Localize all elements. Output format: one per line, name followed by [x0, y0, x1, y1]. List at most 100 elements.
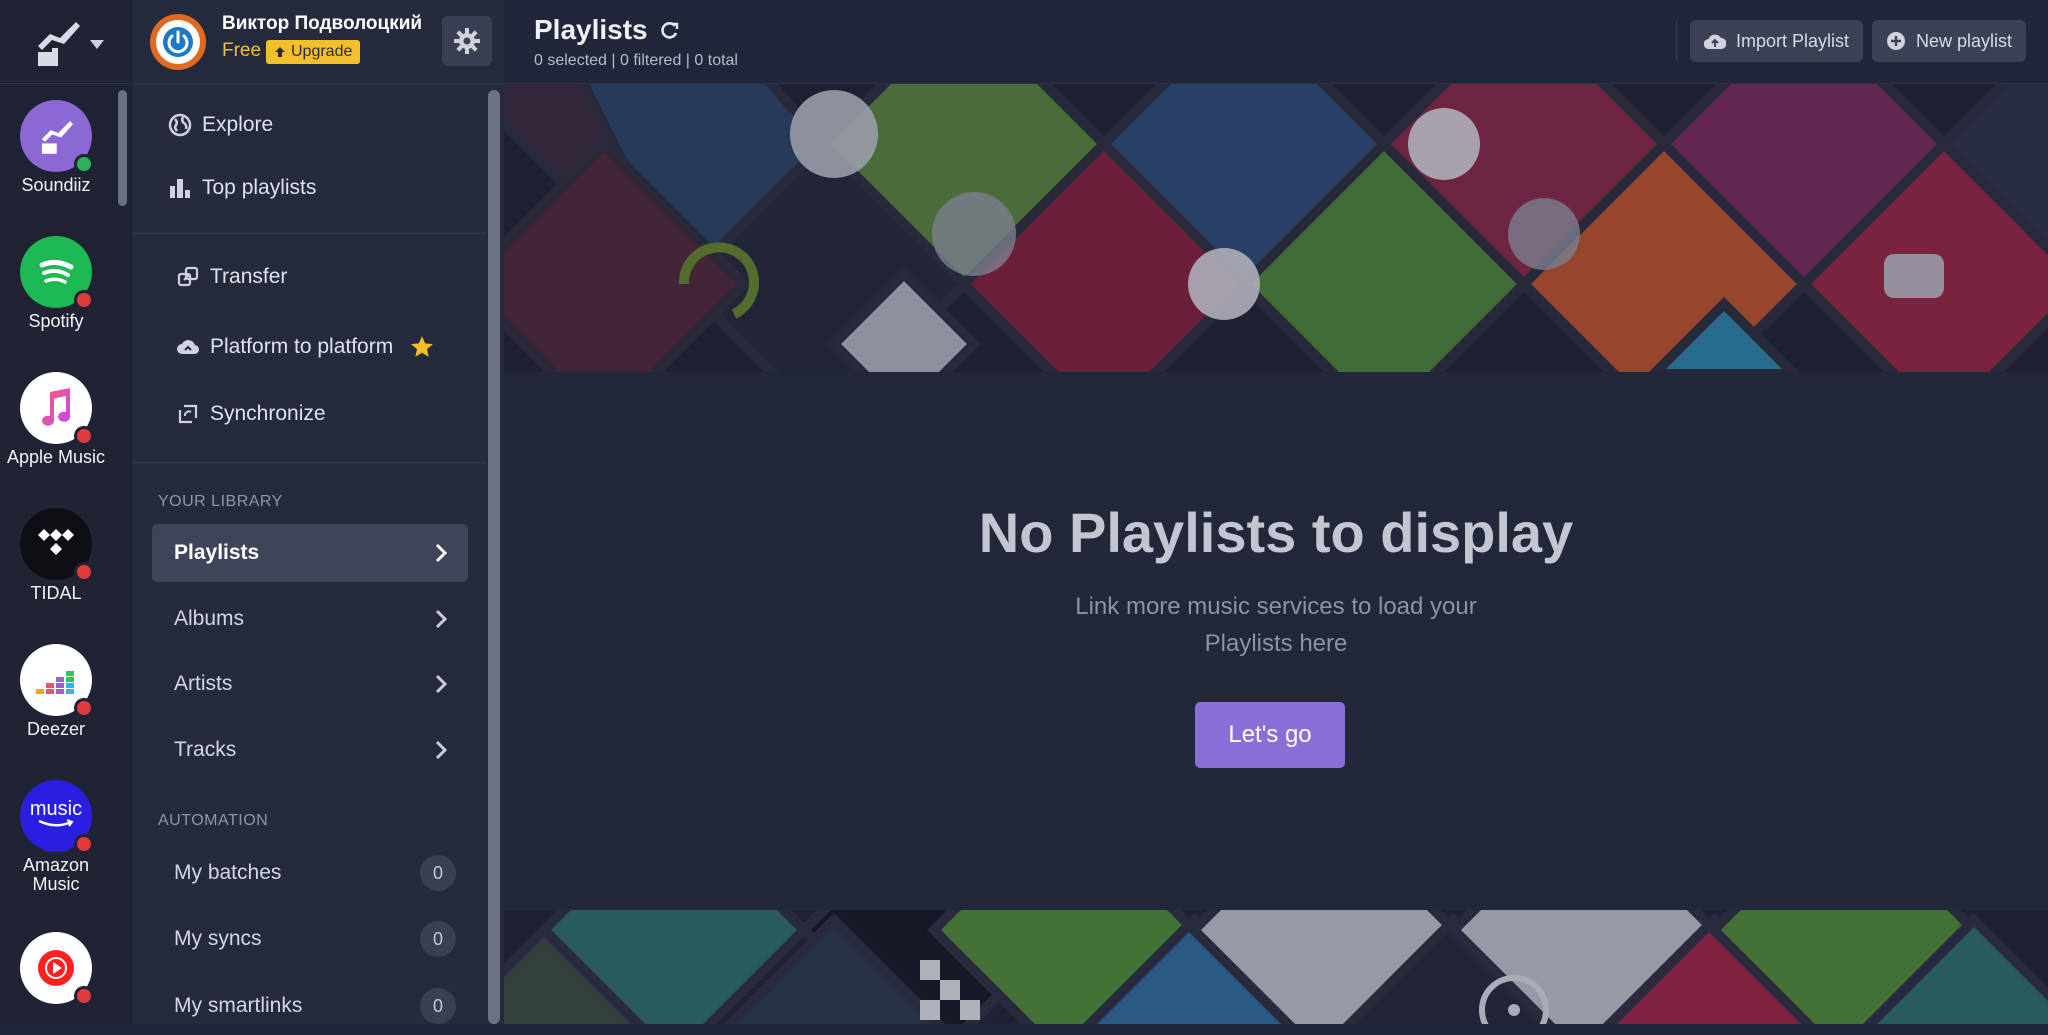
deezer-icon	[36, 671, 74, 694]
page-title: Playlists	[534, 14, 680, 46]
amazon-smile-icon	[38, 819, 74, 827]
banner-mosaic	[504, 84, 2048, 372]
automation-heading: AUTOMATION	[158, 812, 269, 829]
library-item-artists[interactable]: Artists	[152, 655, 468, 713]
nav-platform-to-platform[interactable]: Platform to platform	[176, 334, 435, 360]
service-amazon-music[interactable]: music Amazon Music	[0, 780, 112, 894]
service-spotify[interactable]: Spotify	[0, 236, 112, 331]
amazon-music-logo: music	[29, 798, 83, 820]
service-soundiiz[interactable]: Soundiiz	[0, 100, 112, 195]
transfer-icon	[177, 266, 199, 287]
library-label: Playlists	[174, 541, 260, 564]
service-name: Soundiiz	[21, 175, 91, 195]
upgrade-label: Upgrade	[291, 43, 353, 60]
chevron-right-icon	[435, 543, 448, 563]
refresh-icon[interactable]	[660, 20, 680, 40]
service-avatar	[20, 372, 94, 446]
library-label: Tracks	[174, 738, 237, 761]
page-header: Playlists 0 selected | 0 filtered | 0 to…	[504, 0, 2048, 84]
divider	[134, 233, 486, 234]
chevron-right-icon	[435, 740, 448, 760]
avatar[interactable]	[150, 14, 206, 70]
nav-scrollbar[interactable]	[488, 90, 500, 1024]
nav-label: Platform to platform	[210, 335, 394, 358]
sync-icon	[178, 404, 198, 424]
count-badge: 0	[420, 988, 456, 1024]
arrow-up-icon	[275, 47, 285, 57]
service-avatar: music	[20, 780, 94, 854]
service-youtube-music[interactable]	[0, 932, 112, 1006]
automation-label: My smartlinks	[174, 994, 303, 1017]
nav-transfer[interactable]: Transfer	[176, 265, 287, 289]
spotify-icon	[39, 259, 74, 284]
count-badge: 0	[420, 921, 456, 957]
navigation-panel: Виктор Подволоцкий Free Upgrade Explore …	[134, 0, 504, 1024]
service-deezer[interactable]: Deezer	[0, 644, 112, 739]
rail-scrollbar[interactable]	[118, 90, 127, 206]
rail-header[interactable]	[0, 0, 133, 84]
settings-button[interactable]	[442, 16, 492, 66]
empty-state-heading: No Playlists to display	[978, 501, 1574, 564]
star-icon	[411, 336, 434, 357]
chevron-right-icon	[435, 609, 448, 629]
library-item-playlists[interactable]: Playlists	[152, 524, 468, 582]
chevron-down-icon[interactable]	[89, 40, 104, 49]
service-avatar	[20, 932, 94, 1006]
music-note-icon	[42, 388, 71, 426]
main-content: Playlists 0 selected | 0 filtered | 0 to…	[504, 0, 2048, 1024]
nav-label: Top playlists	[202, 176, 317, 199]
status-dot	[74, 426, 94, 446]
decorative-banner-bottom	[504, 910, 2048, 1024]
status-dot	[74, 562, 94, 582]
nav-synchronize[interactable]: Synchronize	[176, 402, 326, 426]
button-label: New playlist	[1916, 30, 2013, 51]
selection-counts: 0 selected | 0 filtered | 0 total	[534, 52, 738, 69]
services-rail: Soundiiz Spotify Apple Music TIDAL Deeze…	[0, 0, 134, 1024]
soundiiz-logo-icon	[37, 21, 80, 66]
automation-item-smartlinks[interactable]: My smartlinks 0	[152, 977, 468, 1035]
new-playlist-button[interactable]: New playlist	[1872, 20, 2027, 62]
nav-explore[interactable]: Explore	[168, 113, 273, 137]
bar-chart-icon	[170, 179, 190, 198]
banner-mosaic	[504, 910, 2048, 1024]
youtube-music-icon	[38, 950, 74, 986]
service-name: Apple Music	[6, 447, 106, 467]
gear-icon	[454, 28, 480, 54]
library-item-albums[interactable]: Albums	[152, 590, 468, 648]
nav-top-playlists[interactable]: Top playlists	[168, 176, 316, 200]
status-dot	[74, 698, 94, 718]
automation-label: My syncs	[174, 927, 262, 950]
service-avatar	[20, 236, 94, 310]
library-label: Artists	[174, 672, 233, 695]
profile-header: Виктор Подволоцкий Free Upgrade	[134, 0, 504, 84]
status-dot	[74, 154, 94, 174]
nav-label: Synchronize	[210, 402, 326, 425]
divider	[1676, 22, 1677, 60]
import-playlist-button[interactable]: Import Playlist	[1690, 20, 1864, 62]
globe-icon	[168, 113, 192, 137]
service-avatar	[20, 508, 94, 582]
service-name: Spotify	[28, 311, 84, 331]
library-heading: YOUR LIBRARY	[158, 493, 283, 510]
library-label: Albums	[174, 607, 245, 630]
button-label: Import Playlist	[1736, 30, 1850, 51]
service-tidal[interactable]: TIDAL	[0, 508, 112, 603]
service-name: Amazon Music	[22, 855, 90, 894]
service-apple-music[interactable]: Apple Music	[0, 372, 112, 467]
count-badge: 0	[420, 855, 456, 891]
soundiiz-icon	[41, 121, 74, 154]
username: Виктор Подволоцкий	[222, 13, 423, 34]
decorative-banner-top	[504, 84, 2048, 372]
power-icon	[163, 27, 193, 57]
upgrade-button[interactable]: Upgrade	[266, 40, 361, 64]
cloud-upload-icon	[1704, 34, 1726, 50]
library-item-tracks[interactable]: Tracks	[152, 721, 468, 779]
status-dot	[74, 986, 94, 1006]
automation-item-syncs[interactable]: My syncs 0	[152, 910, 468, 968]
tidal-icon	[38, 529, 74, 555]
lets-go-button[interactable]: Let's go	[1195, 702, 1345, 768]
empty-state: No Playlists to display Link more music …	[504, 372, 2048, 910]
service-name: TIDAL	[30, 583, 82, 603]
automation-item-batches[interactable]: My batches 0	[152, 844, 468, 902]
empty-state-text: Link more music services to load your Pl…	[1075, 593, 1477, 657]
